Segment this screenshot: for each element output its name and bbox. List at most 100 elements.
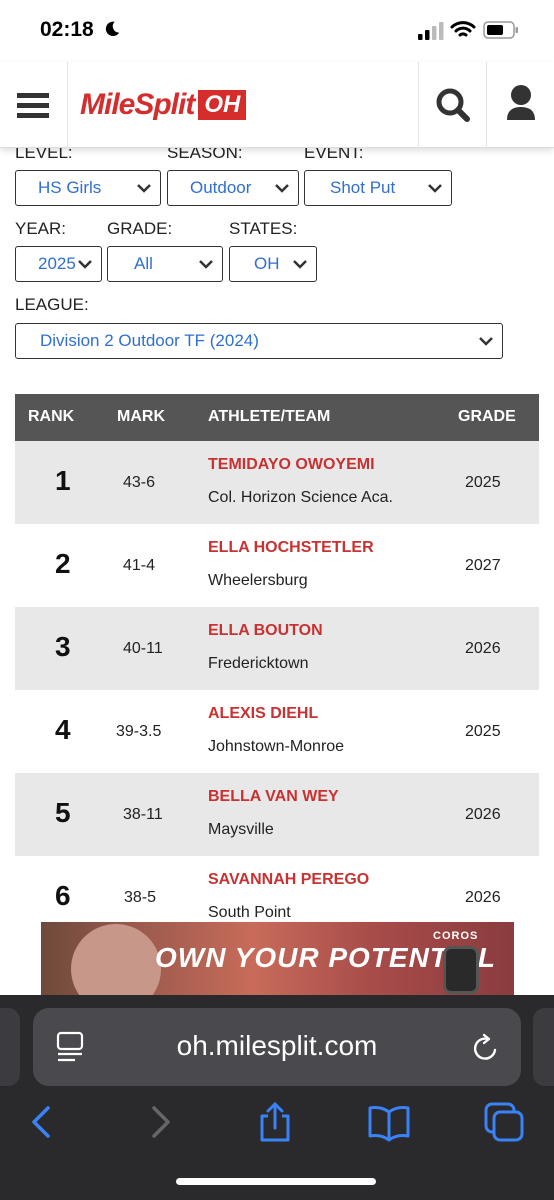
battery-icon [483, 21, 518, 39]
grade-select[interactable]: All [107, 246, 223, 282]
ad-brand: COROS [433, 930, 479, 942]
table-row: 5 38-11 BELLA VAN WEY Maysville 2026 [15, 773, 539, 856]
row-rank: 4 [55, 714, 71, 745]
league-label: LEAGUE: [15, 295, 89, 314]
team-link[interactable]: South Point [208, 904, 291, 922]
wifi-icon [450, 21, 476, 37]
athlete-link[interactable]: TEMIDAYO OWOYEMI [208, 456, 375, 474]
header-grade[interactable]: GRADE [458, 408, 516, 426]
athlete-link[interactable]: ALEXIS DIEHL [208, 705, 318, 723]
row-mark: 39-3.5 [116, 723, 162, 740]
level-select[interactable]: HS Girls [15, 170, 161, 206]
row-grade: 2025 [465, 474, 501, 491]
row-grade: 2026 [465, 806, 501, 823]
ad-banner[interactable]: OWN YOUR POTENTIAL COROS [41, 922, 514, 998]
row-rank: 6 [55, 880, 71, 911]
row-rank: 2 [55, 548, 71, 579]
rankings-table: RANK MARK ATHLETE/TEAM GRADE 1 43-6 TEMI… [15, 394, 539, 939]
chevron-down-icon [293, 260, 307, 269]
url-text: oh.milesplit.com [176, 1030, 378, 1061]
browser-toolbar: oh.milesplit.com [0, 995, 554, 1200]
chevron-down-icon [428, 184, 442, 193]
team-link[interactable]: Johnstown-Monroe [208, 738, 344, 756]
team-link[interactable]: Wheelersburg [208, 572, 308, 590]
row-grade: 2025 [465, 723, 501, 740]
watch-image [443, 946, 479, 994]
site-logo[interactable]: MileSplit OH [80, 88, 247, 122]
hamburger-icon [17, 103, 49, 108]
year-select-value: 2025 [38, 254, 76, 273]
row-grade: 2027 [465, 557, 501, 574]
row-mark: 43-6 [123, 474, 156, 491]
team-link[interactable]: Fredericktown [208, 655, 308, 673]
season-select-value: Outdoor [190, 178, 252, 197]
table-header: RANK MARK ATHLETE/TEAM GRADE [15, 394, 539, 441]
tabs-icon[interactable] [482, 1100, 526, 1144]
next-tab-pill[interactable] [533, 1008, 554, 1086]
chevron-down-icon [137, 184, 151, 193]
row-rank: 3 [55, 631, 71, 662]
athlete-link[interactable]: SAVANNAH PEREGO [208, 871, 369, 889]
team-link[interactable]: Maysville [208, 821, 274, 839]
season-select[interactable]: Outdoor [167, 170, 299, 206]
states-select[interactable]: OH [229, 246, 317, 282]
event-select[interactable]: Shot Put [304, 170, 452, 206]
status-bar: 02:18 [0, 0, 554, 62]
table-row: 1 43-6 TEMIDAYO OWOYEMI Col. Horizon Sci… [15, 441, 539, 524]
row-mark: 38-5 [124, 889, 157, 906]
user-account-button[interactable] [486, 62, 554, 148]
athlete-link[interactable]: ELLA HOCHSTETLER [208, 539, 374, 557]
hamburger-icon [17, 113, 49, 118]
chevron-down-icon [78, 260, 92, 269]
share-icon[interactable] [253, 1100, 297, 1144]
reload-icon[interactable] [471, 1032, 501, 1064]
league-select[interactable]: Division 2 Outdoor TF (2024) [15, 323, 503, 359]
row-grade: 2026 [465, 889, 501, 906]
row-mark: 40-11 [123, 640, 163, 657]
row-grade: 2026 [465, 640, 501, 657]
header-rank[interactable]: RANK [28, 408, 74, 426]
row-mark: 38-11 [123, 806, 163, 823]
user-icon [507, 85, 535, 120]
year-select[interactable]: 2025 [15, 246, 102, 282]
bookmarks-icon[interactable] [367, 1100, 411, 1144]
cellular-signal-icon [418, 22, 444, 40]
athlete-link[interactable]: ELLA BOUTON [208, 622, 323, 640]
table-row: 4 39-3.5 ALEXIS DIEHL Johnstown-Monroe 2… [15, 690, 539, 773]
moon-icon [105, 21, 120, 37]
states-label: STATES: [229, 219, 298, 238]
menu-button[interactable] [0, 62, 68, 148]
chevron-down-icon [199, 260, 213, 269]
site-header: MileSplit OH [0, 62, 554, 148]
row-rank: 1 [55, 465, 71, 496]
hamburger-icon [17, 93, 49, 98]
grade-label: GRADE: [107, 219, 173, 238]
status-time: 02:18 [40, 18, 94, 41]
table-row: 3 40-11 ELLA BOUTON Fredericktown 2026 [15, 607, 539, 690]
search-icon [436, 88, 470, 122]
level-select-value: HS Girls [38, 178, 102, 197]
event-select-value: Shot Put [330, 178, 396, 197]
header-athlete-team[interactable]: ATHLETE/TEAM [208, 408, 330, 426]
grade-select-value: All [134, 254, 153, 273]
header-mark[interactable]: MARK [117, 408, 165, 426]
year-label: YEAR: [15, 219, 67, 238]
back-icon[interactable] [20, 1100, 64, 1144]
previous-tab-pill[interactable] [0, 1008, 20, 1086]
search-button[interactable] [418, 62, 486, 148]
table-row: 2 41-4 ELLA HOCHSTETLER Wheelersburg 202… [15, 524, 539, 607]
states-select-value: OH [254, 254, 280, 273]
forward-icon[interactable] [138, 1100, 182, 1144]
league-select-value: Division 2 Outdoor TF (2024) [40, 331, 259, 350]
team-link[interactable]: Col. Horizon Science Aca. [208, 489, 393, 507]
row-rank: 5 [55, 797, 71, 828]
address-bar[interactable]: oh.milesplit.com [33, 1008, 521, 1086]
home-indicator [176, 1178, 376, 1185]
logo-text: MileSplit [80, 88, 195, 121]
athlete-link[interactable]: BELLA VAN WEY [208, 788, 339, 806]
row-mark: 41-4 [123, 557, 156, 574]
ad-athlete-image [71, 924, 161, 998]
logo-state-badge: OH [198, 90, 247, 120]
chevron-down-icon [275, 184, 289, 193]
chevron-down-icon [479, 337, 493, 346]
